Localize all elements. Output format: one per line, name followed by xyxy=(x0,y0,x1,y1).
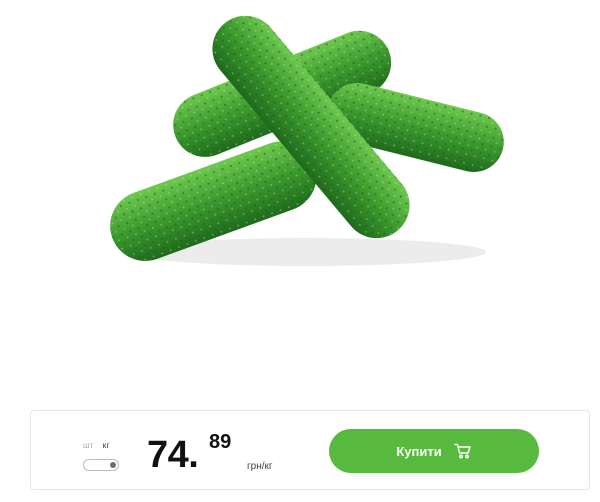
price-unit: грн/кг xyxy=(247,461,273,472)
unit-option-kg[interactable]: кг xyxy=(103,441,110,451)
product-image xyxy=(110,15,504,266)
toggle-knob xyxy=(110,462,116,468)
unit-switch: шт кг xyxy=(83,441,123,471)
price: 74. 89 грн/кг xyxy=(147,431,327,481)
price-integer: 74. xyxy=(147,434,199,476)
cart-icon xyxy=(453,443,472,459)
buy-button-label: Купити xyxy=(396,443,442,459)
unit-toggle[interactable] xyxy=(83,459,119,471)
unit-option-pcs[interactable]: шт xyxy=(83,441,94,451)
price-decimal: 89 xyxy=(209,431,232,453)
unit-labels: шт кг xyxy=(83,441,123,451)
buy-bar: шт кг 74. 89 грн/кг Купити xyxy=(30,410,590,490)
buy-button[interactable]: Купити xyxy=(329,429,539,473)
